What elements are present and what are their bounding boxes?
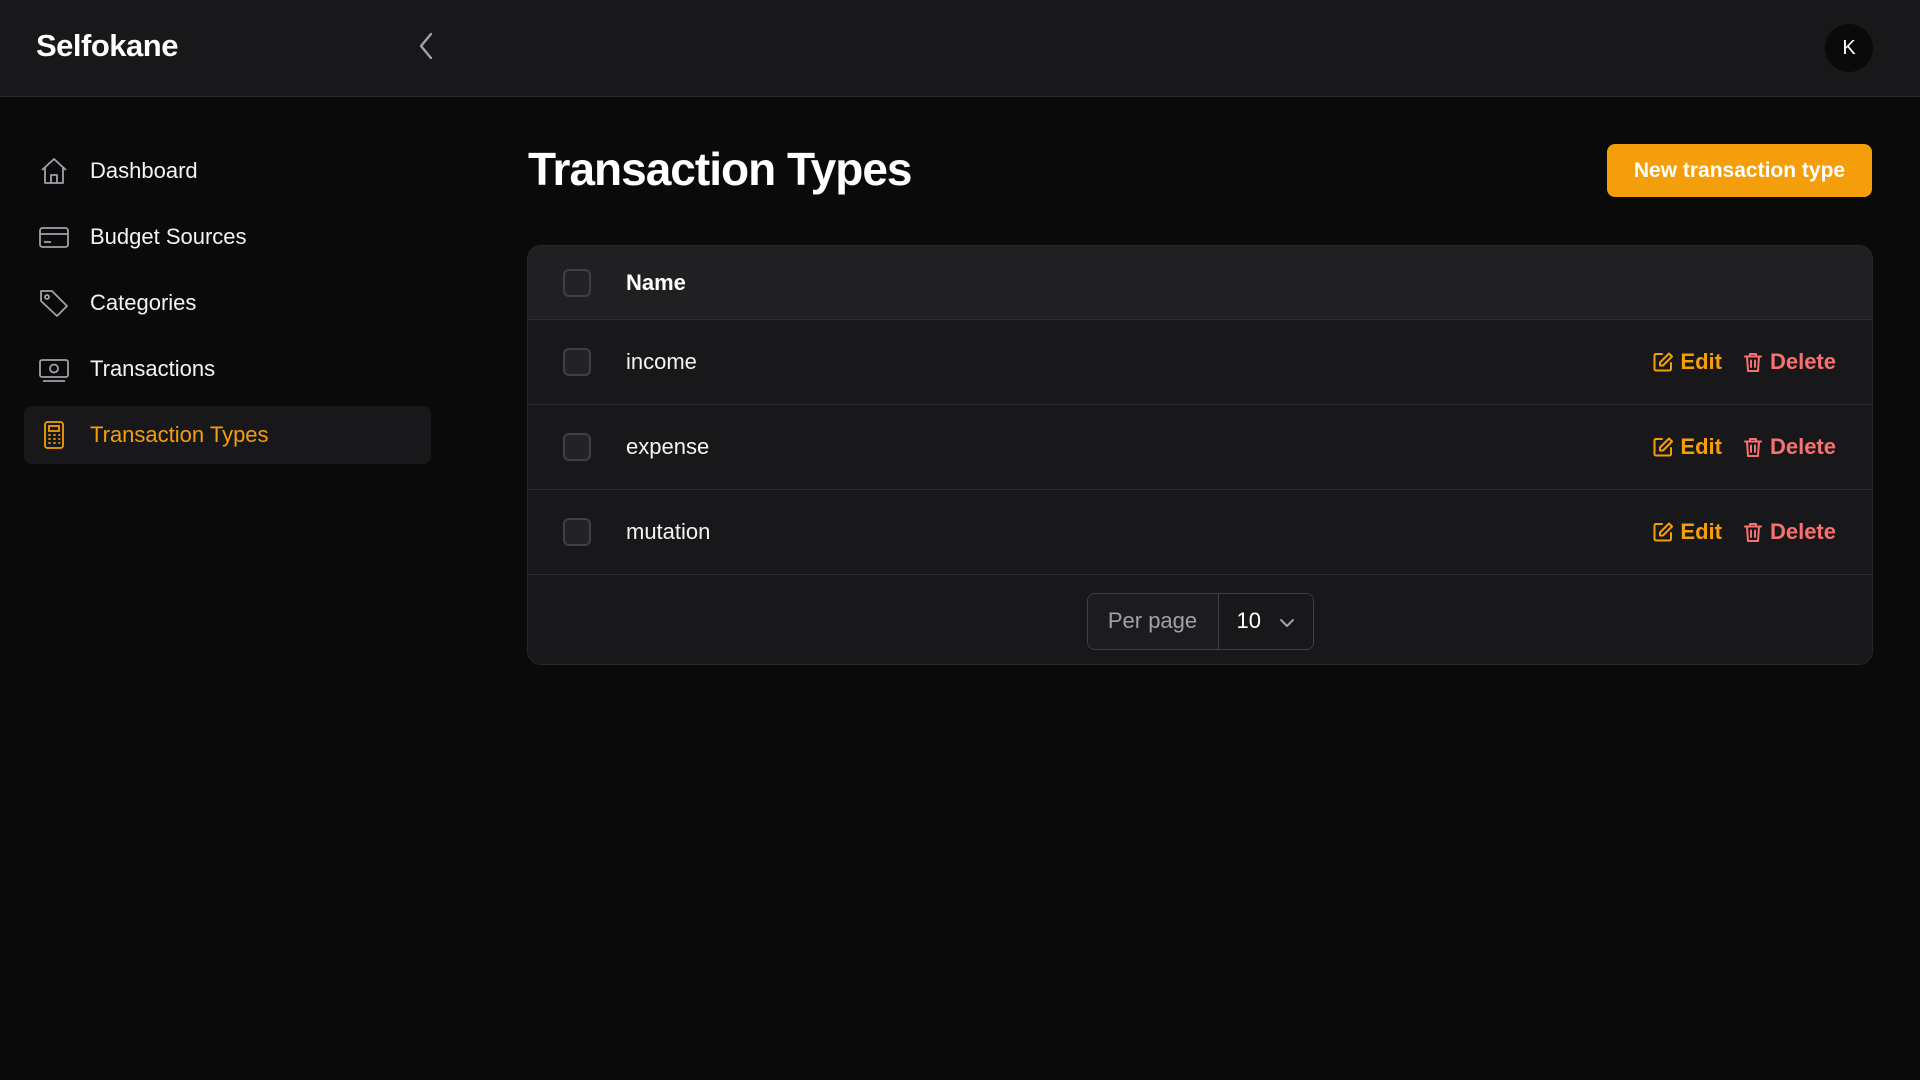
trash-icon <box>1742 521 1764 543</box>
delete-label: Delete <box>1769 434 1836 459</box>
edit-icon <box>1652 351 1674 373</box>
sidebar-item-dashboard[interactable]: Dashboard <box>24 142 431 200</box>
sidebar-item-transactions[interactable]: Transactions <box>24 340 431 398</box>
delete-button[interactable]: Delete <box>1742 519 1836 545</box>
sidebar-item-categories[interactable]: Categories <box>24 274 431 332</box>
edit-label: Edit <box>1680 434 1722 459</box>
table-row: expense Edit Delete <box>528 405 1872 490</box>
credit-card-icon <box>38 221 70 253</box>
delete-button[interactable]: Delete <box>1742 434 1836 460</box>
row-name: expense <box>626 434 710 459</box>
sidebar-item-label: Categories <box>90 290 197 315</box>
row-checkbox[interactable] <box>563 433 591 461</box>
sidebar-item-label: Budget Sources <box>90 224 247 249</box>
delete-button[interactable]: Delete <box>1742 349 1836 375</box>
user-avatar[interactable]: K <box>1825 24 1873 72</box>
per-page-value: 10 <box>1236 608 1261 633</box>
collapse-sidebar-button[interactable] <box>410 30 442 66</box>
row-actions: Edit Delete <box>1652 434 1836 460</box>
sidebar-item-label: Transactions <box>90 356 216 381</box>
row-name: mutation <box>626 519 711 544</box>
calculator-icon <box>38 419 70 451</box>
brand-logo[interactable]: Selfokane <box>36 28 178 64</box>
per-page-control: Per page 10 <box>1086 592 1314 650</box>
row-checkbox[interactable] <box>563 348 591 376</box>
column-header-name[interactable]: Name <box>626 270 686 296</box>
tag-icon <box>38 287 70 319</box>
delete-label: Delete <box>1769 519 1836 544</box>
chevron-down-icon <box>1279 608 1295 634</box>
page-title: Transaction Types <box>528 143 913 195</box>
per-page-label: Per page <box>1087 593 1219 649</box>
edit-icon <box>1652 521 1674 543</box>
trash-icon <box>1742 351 1764 373</box>
table-row: mutation Edit Delete <box>528 490 1872 575</box>
edit-button[interactable]: Edit <box>1652 519 1722 545</box>
edit-button[interactable]: Edit <box>1652 434 1722 460</box>
top-bar: Selfokane K <box>0 0 1920 97</box>
edit-label: Edit <box>1680 349 1722 374</box>
row-checkbox[interactable] <box>563 518 591 546</box>
table-header: Name <box>528 246 1872 320</box>
new-transaction-type-button[interactable]: New transaction type <box>1607 144 1872 197</box>
row-name: income <box>626 349 697 374</box>
edit-icon <box>1652 436 1674 458</box>
table-row: income Edit Delete <box>528 320 1872 405</box>
home-icon <box>38 155 70 187</box>
trash-icon <box>1742 436 1764 458</box>
sidebar: Dashboard Budget Sources Categories Tran… <box>24 142 431 472</box>
sidebar-item-label: Dashboard <box>90 158 198 183</box>
edit-button[interactable]: Edit <box>1652 349 1722 375</box>
edit-label: Edit <box>1680 519 1722 544</box>
banknote-icon <box>38 353 70 385</box>
per-page-select[interactable]: 10 <box>1218 593 1313 649</box>
row-actions: Edit Delete <box>1652 519 1836 545</box>
chevron-left-icon <box>417 31 435 66</box>
select-all-checkbox[interactable] <box>563 268 591 297</box>
sidebar-item-transaction-types[interactable]: Transaction Types <box>24 406 431 464</box>
delete-label: Delete <box>1769 349 1836 374</box>
sidebar-item-label: Transaction Types <box>90 422 269 447</box>
transaction-types-table: Name income Edit Delete expense Edit Del… <box>527 245 1873 665</box>
table-footer: Per page 10 <box>528 575 1872 664</box>
sidebar-item-budget-sources[interactable]: Budget Sources <box>24 208 431 266</box>
row-actions: Edit Delete <box>1652 349 1836 375</box>
